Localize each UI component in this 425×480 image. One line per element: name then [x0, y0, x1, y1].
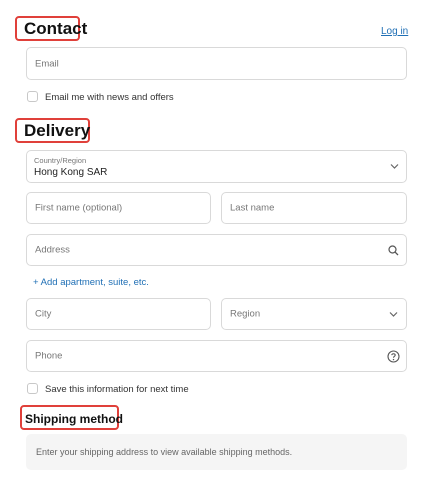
chevron-down-icon: [390, 164, 399, 169]
delivery-heading: Delivery: [24, 121, 91, 140]
country-select[interactable]: Country/Region Hong Kong SAR: [26, 150, 407, 183]
country-label: Country/Region: [34, 156, 87, 165]
last-name-placeholder: Last name: [230, 202, 275, 214]
login-link[interactable]: Log in: [381, 26, 408, 37]
email-field[interactable]: Email: [26, 47, 407, 80]
add-apartment-link[interactable]: + Add apartment, suite, etc.: [33, 277, 149, 288]
search-icon[interactable]: [388, 245, 399, 256]
news-checkbox-label: Email me with news and offers: [45, 92, 174, 103]
chevron-down-icon: [389, 312, 398, 317]
region-placeholder: Region: [230, 308, 261, 320]
shipping-notice: Enter your shipping address to view avai…: [26, 434, 407, 470]
address-field[interactable]: Address: [26, 234, 407, 266]
shipping-notice-text: Enter your shipping address to view avai…: [36, 447, 293, 457]
city-placeholder: City: [35, 308, 52, 320]
email-placeholder: Email: [35, 58, 59, 69]
country-value: Hong Kong SAR: [34, 167, 108, 178]
last-name-field[interactable]: Last name: [221, 192, 407, 224]
contact-heading: Contact: [24, 19, 88, 38]
help-circle-icon[interactable]: [387, 350, 400, 363]
phone-field[interactable]: Phone: [26, 340, 407, 372]
save-info-label: Save this information for next time: [45, 384, 189, 395]
save-info-checkbox[interactable]: [27, 383, 38, 394]
region-select[interactable]: Region: [221, 298, 407, 330]
news-checkbox[interactable]: [27, 91, 38, 102]
address-placeholder: Address: [35, 244, 70, 256]
shipping-heading: Shipping method: [25, 412, 123, 426]
first-name-placeholder: First name (optional): [35, 202, 123, 214]
phone-placeholder: Phone: [35, 350, 63, 362]
city-field[interactable]: City: [26, 298, 211, 330]
first-name-field[interactable]: First name (optional): [26, 192, 211, 224]
